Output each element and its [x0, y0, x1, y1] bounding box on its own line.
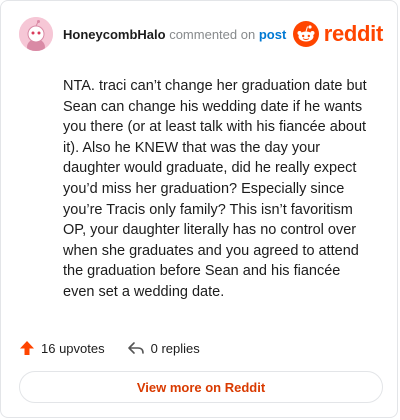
upvotes-count: 16 upvotes — [41, 340, 105, 356]
comment-stats: 16 upvotes 0 replies — [19, 337, 383, 359]
snoo-avatar-icon — [19, 17, 53, 51]
avatar[interactable] — [19, 17, 53, 51]
reddit-wordmark: reddit — [323, 21, 384, 46]
post-link[interactable]: post — [259, 27, 286, 42]
author-line: HoneycombHalo commented on post — [63, 27, 286, 42]
reddit-brand[interactable]: reddit — [292, 20, 384, 48]
comment-header: HoneycombHalo commented on post reddit — [19, 17, 383, 51]
replies-count: 0 replies — [150, 340, 200, 356]
action-text: commented on — [169, 27, 256, 42]
reply-arrow-icon — [127, 342, 144, 354]
reddit-logo-icon — [292, 21, 319, 47]
comment-card: HoneycombHalo commented on post reddit N… — [0, 0, 398, 418]
author-name[interactable]: HoneycombHalo — [63, 27, 166, 42]
upvote-arrow-icon — [20, 341, 34, 355]
upvotes-stat[interactable]: 16 upvotes — [19, 340, 105, 356]
comment-body: NTA. traci can’t change her graduation d… — [63, 78, 367, 300]
replies-stat[interactable]: 0 replies — [127, 340, 200, 356]
view-more-button[interactable]: View more on Reddit — [19, 371, 383, 403]
